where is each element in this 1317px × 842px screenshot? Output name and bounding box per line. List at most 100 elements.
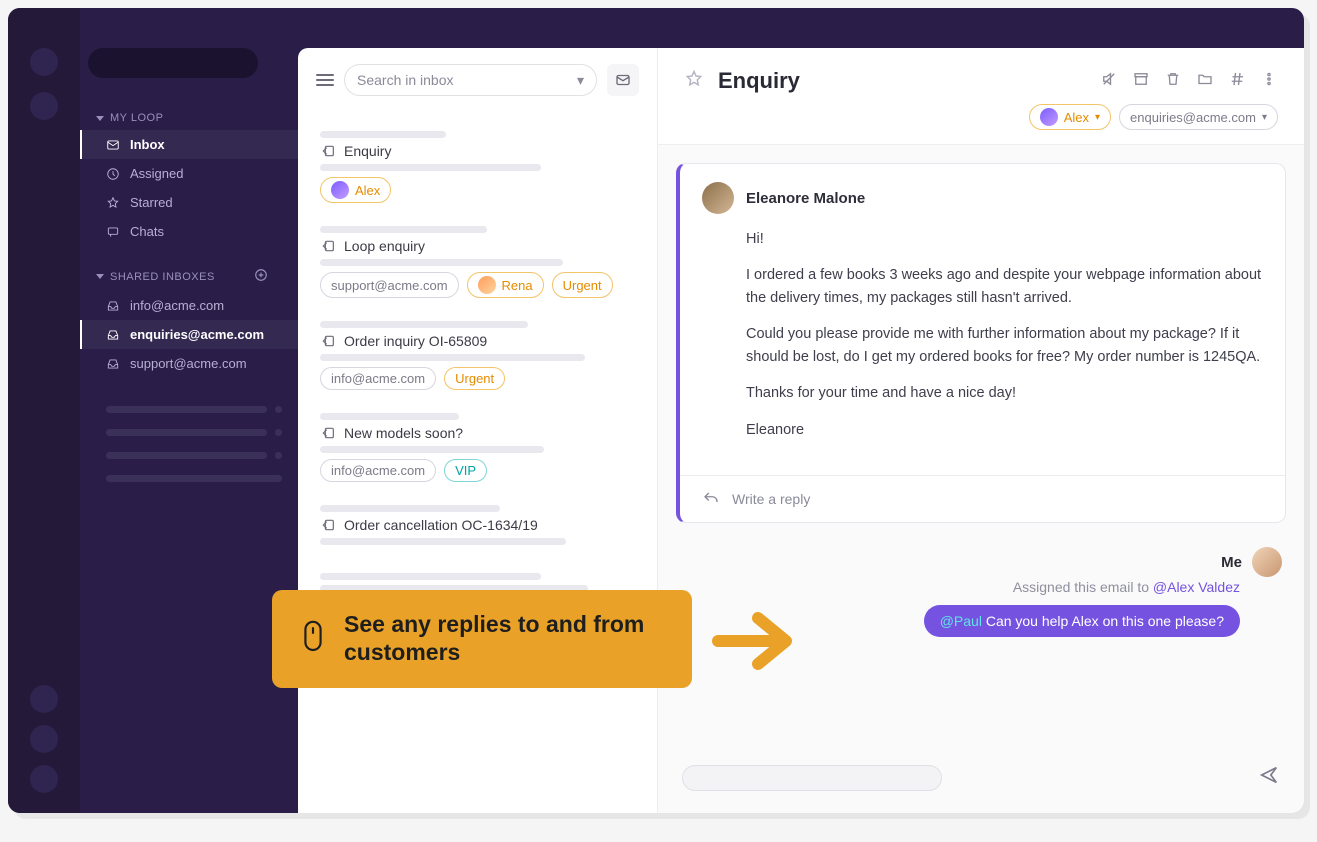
workspace-rail xyxy=(8,8,80,813)
search-input[interactable]: Search in inbox ▾ xyxy=(344,64,597,96)
sender-avatar xyxy=(702,182,734,214)
chip[interactable]: Urgent xyxy=(444,367,505,390)
chip-label: info@acme.com xyxy=(331,463,425,478)
sidebar-skeleton xyxy=(80,444,298,467)
mute-icon[interactable] xyxy=(1100,70,1118,93)
rail-bottom-item[interactable] xyxy=(30,725,58,753)
chip[interactable]: Alex xyxy=(320,177,391,203)
archive-icon[interactable] xyxy=(1132,70,1150,93)
workspace-item[interactable] xyxy=(30,92,58,120)
skeleton-line xyxy=(320,259,563,266)
send-icon[interactable] xyxy=(1258,764,1280,791)
assignee-chip[interactable]: Alex ▾ xyxy=(1029,104,1111,130)
callout-title: See any replies to and from customers xyxy=(344,611,664,666)
chip[interactable]: VIP xyxy=(444,459,487,482)
section-label: MY LOOP xyxy=(110,112,163,124)
chip-label: Alex xyxy=(355,183,380,198)
content-area: Search in inbox ▾ EnquiryAlexLoop enquir… xyxy=(298,48,1304,813)
conversation-list: Search in inbox ▾ EnquiryAlexLoop enquir… xyxy=(298,48,658,813)
sender-name: Eleanore Malone xyxy=(746,190,865,207)
mention[interactable]: @Alex Valdez xyxy=(1153,579,1240,595)
mention[interactable]: @Paul xyxy=(940,613,982,629)
chevron-down-icon xyxy=(96,116,104,121)
subject-title: Enquiry xyxy=(718,68,800,94)
mouse-icon xyxy=(300,618,326,661)
chip-label: enquiries@acme.com xyxy=(1130,110,1256,125)
shared-inbox-info[interactable]: info@acme.com xyxy=(80,291,298,320)
convo-title: Order inquiry OI-65809 xyxy=(320,333,635,349)
folder-icon[interactable] xyxy=(1196,70,1214,93)
chip-label: Urgent xyxy=(455,371,494,386)
inbox-icon xyxy=(106,299,120,313)
nav-label: Chats xyxy=(130,224,164,239)
chevron-down-icon: ▾ xyxy=(1095,112,1100,123)
star-icon[interactable] xyxy=(684,69,704,94)
section-shared-inboxes[interactable]: SHARED INBOXES xyxy=(80,262,298,291)
nav-inbox[interactable]: Inbox xyxy=(80,130,298,159)
skeleton-line xyxy=(320,226,487,233)
conversation-item[interactable]: New models soon?info@acme.comVIP xyxy=(298,400,657,492)
menu-icon[interactable] xyxy=(316,74,334,86)
conversation-item[interactable]: Order cancellation OC-1634/19 xyxy=(298,492,657,560)
chat-icon xyxy=(106,225,120,239)
chevron-down-icon: ▾ xyxy=(1262,112,1267,123)
chip[interactable]: Rena xyxy=(467,272,544,298)
nav-label: support@acme.com xyxy=(130,356,247,371)
chip[interactable]: Urgent xyxy=(552,272,613,298)
nav-label: Starred xyxy=(130,195,173,210)
chip-label: Rena xyxy=(502,278,533,293)
trash-icon[interactable] xyxy=(1164,70,1182,93)
chip-label: support@acme.com xyxy=(331,278,448,293)
chip[interactable]: info@acme.com xyxy=(320,367,436,390)
skeleton-line xyxy=(320,573,541,580)
add-inbox-icon[interactable] xyxy=(254,268,282,285)
composer xyxy=(658,750,1304,813)
mailbox-chip[interactable]: enquiries@acme.com ▾ xyxy=(1119,104,1278,130)
inbox-icon xyxy=(106,138,120,152)
chip-label: Urgent xyxy=(563,278,602,293)
shared-inbox-enquiries[interactable]: enquiries@acme.com xyxy=(80,320,298,349)
conversation-item[interactable]: Order inquiry OI-65809 info@acme.com Urgen… xyxy=(298,308,657,400)
convo-title: Loop enquiry xyxy=(320,238,635,254)
rail-bottom-item[interactable] xyxy=(30,685,58,713)
skeleton-line xyxy=(320,321,528,328)
arrow-right-icon xyxy=(712,606,798,681)
me-label: Me xyxy=(1221,554,1242,571)
nav-assigned[interactable]: Assigned xyxy=(80,159,298,188)
skeleton-line xyxy=(320,446,544,453)
conversation-item[interactable]: EnquiryAlex xyxy=(298,118,657,213)
chip[interactable]: support@acme.com xyxy=(320,272,459,298)
compose-button[interactable] xyxy=(607,64,639,96)
workspace-item[interactable] xyxy=(30,48,58,76)
composer-input[interactable] xyxy=(682,765,942,791)
avatar-icon xyxy=(331,181,349,199)
body-line: Hi! xyxy=(746,228,1263,250)
body-line: Eleanore xyxy=(746,419,1263,441)
skeleton-line xyxy=(320,413,459,420)
sidebar-skeleton xyxy=(80,398,298,421)
convo-title: Order cancellation OC-1634/19 xyxy=(320,517,635,533)
reply-button[interactable]: Write a reply xyxy=(680,475,1285,522)
hash-icon[interactable] xyxy=(1228,70,1246,93)
conversation-item[interactable]: Loop enquiry support@acme.com Rena Urgent xyxy=(298,213,657,308)
nav-starred[interactable]: Starred xyxy=(80,188,298,217)
section-my-loop[interactable]: MY LOOP xyxy=(80,106,298,130)
sidebar-skeleton xyxy=(80,421,298,444)
account-pill[interactable] xyxy=(88,48,258,78)
more-icon[interactable] xyxy=(1260,70,1278,93)
assign-line: Assigned this email to @Alex Valdez xyxy=(680,579,1240,595)
message-body: Hi! I ordered a few books 3 weeks ago an… xyxy=(680,220,1285,475)
rail-bottom-item[interactable] xyxy=(30,765,58,793)
shared-inbox-support[interactable]: support@acme.com xyxy=(80,349,298,378)
body-line: Could you please provide me with further… xyxy=(746,323,1263,368)
comment-bubble: @Paul Can you help Alex on this one plea… xyxy=(924,605,1240,637)
avatar-icon xyxy=(478,276,496,294)
chip[interactable]: info@acme.com xyxy=(320,459,436,482)
nav-chats[interactable]: Chats xyxy=(80,217,298,246)
search-placeholder: Search in inbox xyxy=(357,72,454,88)
sidebar: MY LOOP Inbox Assigned Starred Chats SHA… xyxy=(80,8,298,813)
chips-row: info@acme.com Urgent xyxy=(320,367,635,390)
nav-label: Assigned xyxy=(130,166,183,181)
chip-label: VIP xyxy=(455,463,476,478)
chevron-down-icon xyxy=(96,274,104,279)
